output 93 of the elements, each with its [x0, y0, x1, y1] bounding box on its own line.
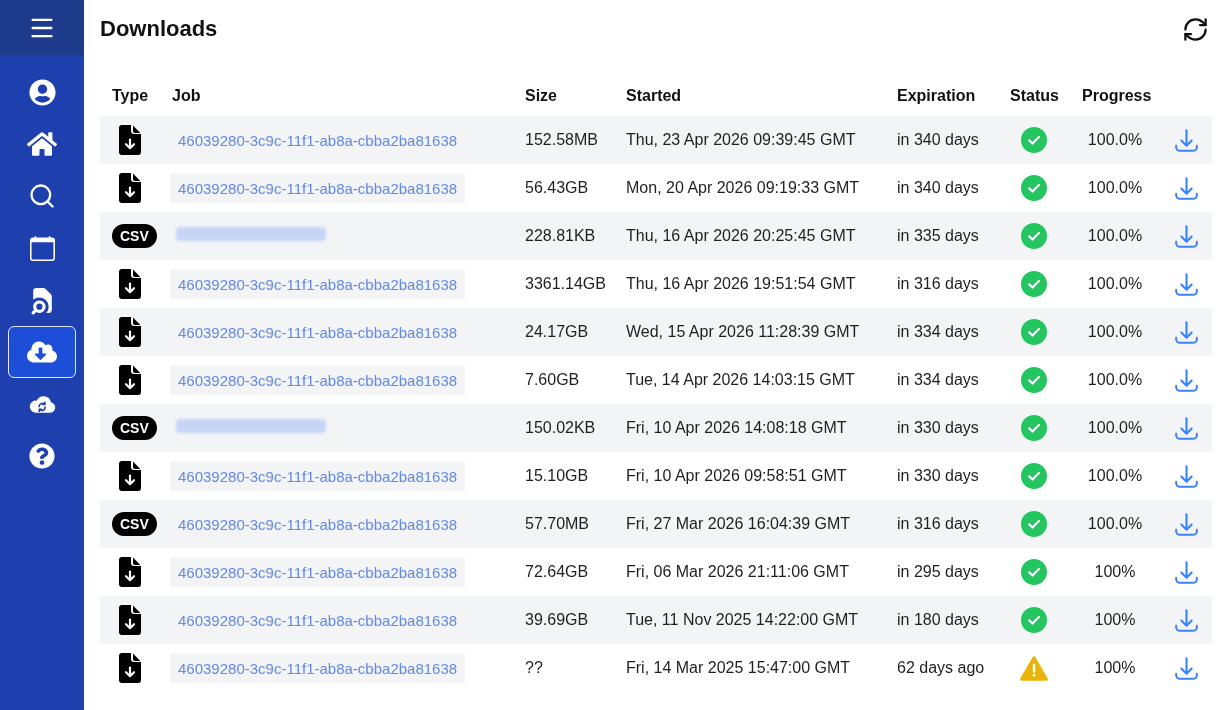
expiration-text: in 316 days	[897, 275, 979, 292]
file-download-icon	[119, 653, 141, 683]
column-header: Progress	[1082, 87, 1152, 104]
check-circle-icon	[1021, 319, 1047, 345]
expiration-text: in 295 days	[897, 563, 979, 580]
refresh-icon	[1181, 15, 1209, 43]
file-download-icon	[119, 605, 141, 635]
started-text: Mon, 20 Apr 2026 09:19:33 GMT	[626, 179, 860, 196]
expiration-text: in 330 days	[897, 419, 979, 436]
progress-text: 100.0%	[1087, 515, 1143, 532]
expiration-text: in 335 days	[897, 227, 979, 244]
started-text: Fri, 06 Mar 2026 21:11:06 GMT	[626, 563, 849, 580]
file-download-icon	[119, 173, 141, 203]
progress-text: 100%	[1094, 563, 1136, 580]
size-text: 15.10GB	[525, 467, 589, 484]
progress-text: 100%	[1094, 611, 1136, 628]
started-text: Wed, 15 Apr 2026 11:28:39 GMT	[626, 323, 860, 340]
check-circle-icon	[1021, 175, 1047, 201]
size-text: 24.17GB	[525, 323, 589, 340]
check-circle-icon	[1021, 511, 1047, 537]
job-link[interactable]: 46039280-3c9c-11f1-ab8a-cbba2ba81638	[170, 269, 466, 299]
column-header: Status	[1010, 87, 1059, 104]
help-icon	[29, 443, 55, 469]
check-circle-icon	[1021, 271, 1047, 297]
started-text: Fri, 27 Mar 2026 16:04:39 GMT	[626, 515, 851, 532]
expiration-text: in 316 days	[897, 515, 979, 532]
size-text: 7.60GB	[525, 371, 580, 388]
size-text: 57.70MB	[525, 515, 590, 532]
job-link[interactable]: 46039280-3c9c-11f1-ab8a-cbba2ba81638	[170, 557, 466, 587]
home-icon	[27, 129, 57, 159]
column-header: Expiration	[897, 87, 976, 104]
file-type-badge: CSV	[112, 416, 157, 440]
size-text: 56.43GB	[525, 179, 589, 196]
file-download-icon	[119, 461, 141, 491]
progress-text: 100.0%	[1087, 371, 1143, 388]
progress-text: 100.0%	[1087, 467, 1143, 484]
column-header: Size	[525, 87, 557, 104]
check-circle-icon	[1021, 127, 1047, 153]
size-text: 150.02KB	[525, 419, 596, 436]
check-circle-icon	[1021, 223, 1047, 249]
size-text: 228.81KB	[525, 227, 596, 244]
expiration-text: in 340 days	[897, 131, 979, 148]
file-download-icon	[119, 269, 141, 299]
check-circle-icon	[1021, 415, 1047, 441]
column-header: Started	[626, 87, 682, 104]
search-icon	[28, 182, 56, 210]
started-text: Tue, 11 Nov 2025 14:22:00 GMT	[626, 611, 859, 628]
progress-text: 100.0%	[1087, 419, 1143, 436]
expiration-text: in 330 days	[897, 467, 979, 484]
started-text: Thu, 16 Apr 2026 19:51:54 GMT	[626, 275, 856, 292]
progress-text: 100%	[1094, 659, 1136, 676]
check-circle-icon	[1021, 559, 1047, 585]
check-circle-icon	[1021, 463, 1047, 489]
expiration-text: in 334 days	[897, 371, 979, 388]
file-download-icon	[119, 557, 141, 587]
started-text: Fri, 10 Apr 2026 09:58:51 GMT	[626, 467, 847, 484]
column-header: Type	[112, 87, 149, 104]
file-type-badge: CSV	[112, 512, 157, 536]
size-text: 39.69GB	[525, 611, 589, 628]
job-link[interactable]: 46039280-3c9c-11f1-ab8a-cbba2ba81638	[170, 365, 466, 395]
progress-text: 100.0%	[1087, 179, 1143, 196]
progress-text: 100.0%	[1087, 275, 1143, 292]
file-download-icon	[119, 365, 141, 395]
progress-text: 100.0%	[1087, 227, 1143, 244]
warning-icon	[1020, 655, 1048, 681]
expiration-text: in 334 days	[897, 323, 979, 340]
started-text: Thu, 23 Apr 2026 09:39:45 GMT	[626, 131, 856, 148]
size-text: 72.64GB	[525, 563, 589, 580]
started-text: Fri, 14 Mar 2025 15:47:00 GMT	[626, 659, 851, 676]
started-text: Thu, 16 Apr 2026 20:25:45 GMT	[626, 227, 856, 244]
check-circle-icon	[1021, 367, 1047, 393]
check-circle-icon	[1021, 607, 1047, 633]
page-title: Downloads	[100, 16, 218, 42]
file-type-badge: CSV	[112, 224, 157, 248]
size-text: 3361.14GB	[525, 275, 606, 292]
file-download-icon	[119, 317, 141, 347]
started-text: Tue, 14 Apr 2026 14:03:15 GMT	[626, 371, 855, 388]
downloads-nav-button[interactable]	[8, 326, 76, 378]
job-link[interactable]: 46039280-3c9c-11f1-ab8a-cbba2ba81638	[170, 653, 466, 683]
file-download-icon	[119, 125, 141, 155]
expiration-text: 62 days ago	[897, 659, 985, 676]
job-link[interactable]: 46039280-3c9c-11f1-ab8a-cbba2ba81638	[170, 173, 466, 203]
column-header: Job	[172, 87, 201, 104]
job-link[interactable]: 46039280-3c9c-11f1-ab8a-cbba2ba81638	[170, 461, 466, 491]
calendar-icon	[29, 235, 55, 261]
expiration-text: in 180 days	[897, 611, 979, 628]
size-text: 152.58MB	[525, 131, 598, 148]
cloud-sync-icon	[28, 394, 56, 414]
progress-text: 100.0%	[1087, 323, 1143, 340]
size-text: ??	[525, 659, 543, 676]
started-text: Fri, 10 Apr 2026 14:08:18 GMT	[626, 419, 847, 436]
progress-text: 100.0%	[1087, 131, 1143, 148]
expiration-text: in 340 days	[897, 179, 979, 196]
